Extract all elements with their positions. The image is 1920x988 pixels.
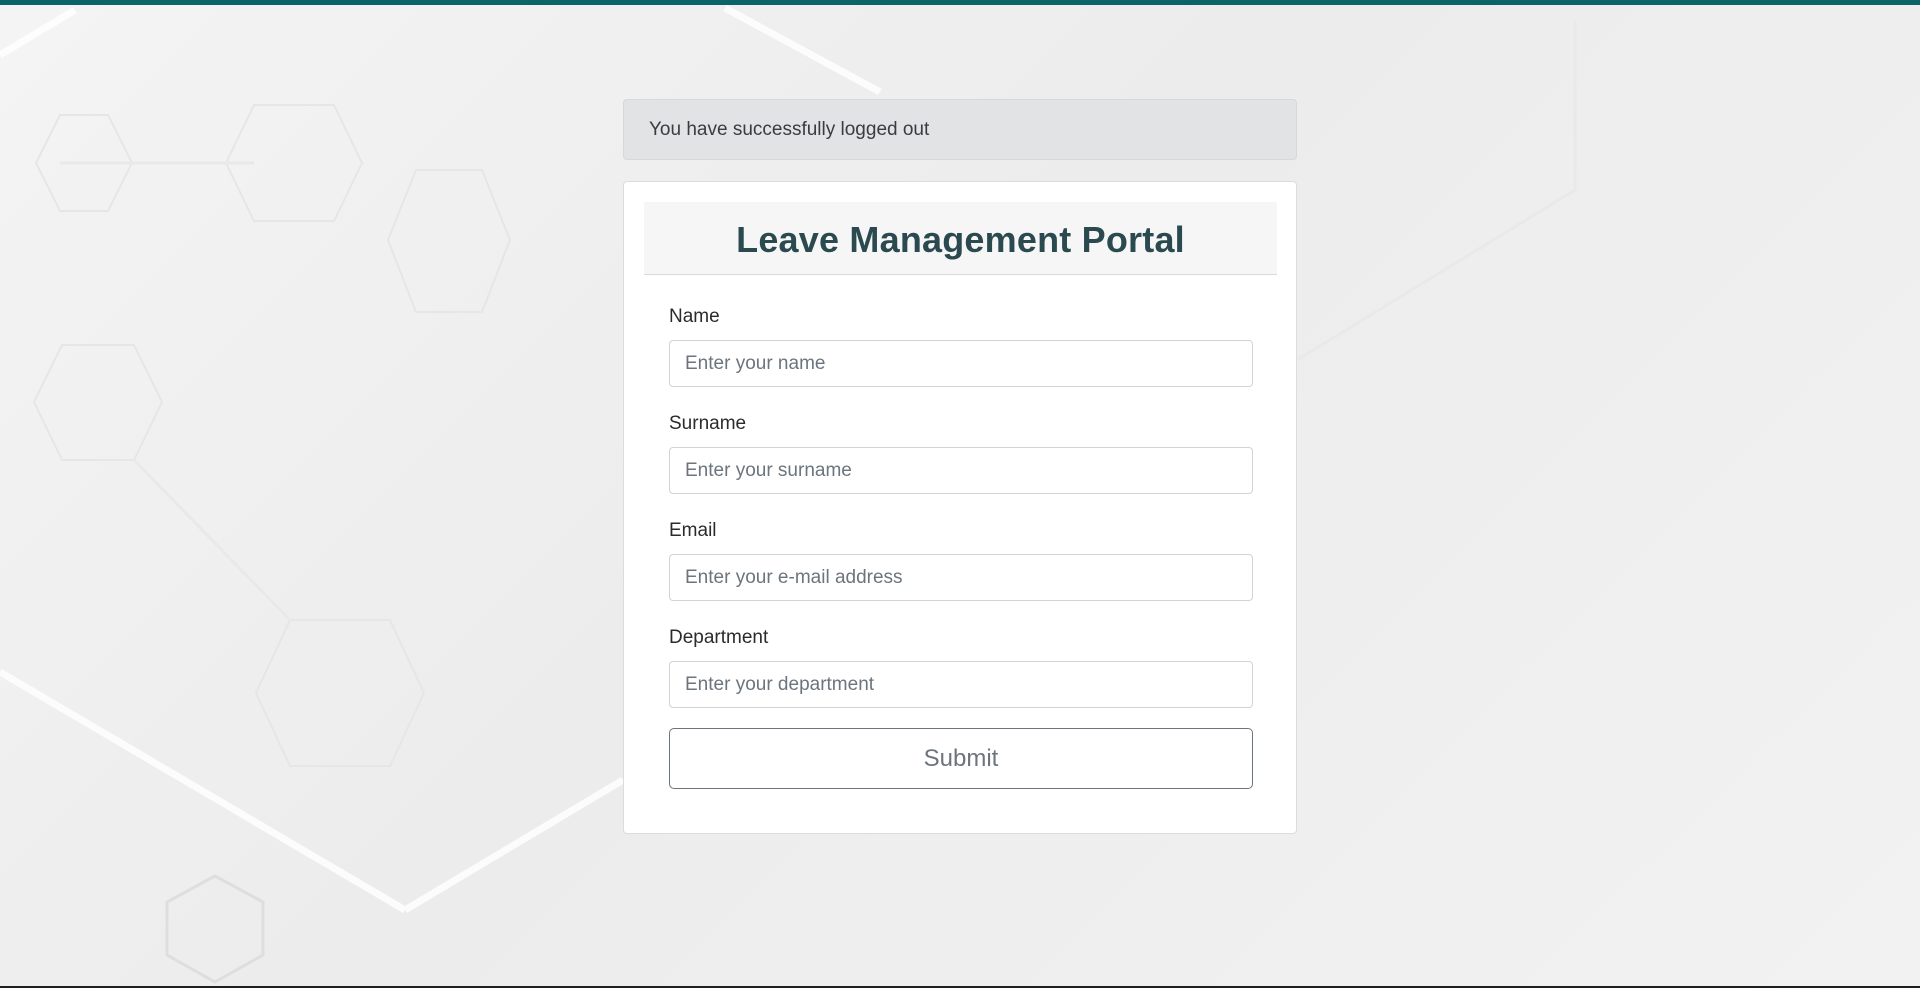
submit-button[interactable]: Submit bbox=[669, 728, 1253, 789]
name-input[interactable] bbox=[669, 340, 1253, 387]
registration-card: Leave Management Portal Name Surname Ema… bbox=[623, 181, 1297, 834]
page-title: Leave Management Portal bbox=[736, 219, 1185, 260]
top-accent-bar bbox=[0, 0, 1920, 5]
email-label: Email bbox=[669, 520, 717, 541]
card-header: Leave Management Portal bbox=[644, 202, 1277, 275]
department-input[interactable] bbox=[669, 661, 1253, 708]
email-input[interactable] bbox=[669, 554, 1253, 601]
surname-input[interactable] bbox=[669, 447, 1253, 494]
surname-label: Surname bbox=[669, 413, 747, 434]
logout-alert: You have successfully logged out bbox=[623, 99, 1297, 160]
logout-alert-message: You have successfully logged out bbox=[649, 119, 930, 140]
department-label: Department bbox=[669, 627, 769, 648]
name-label: Name bbox=[669, 306, 720, 327]
